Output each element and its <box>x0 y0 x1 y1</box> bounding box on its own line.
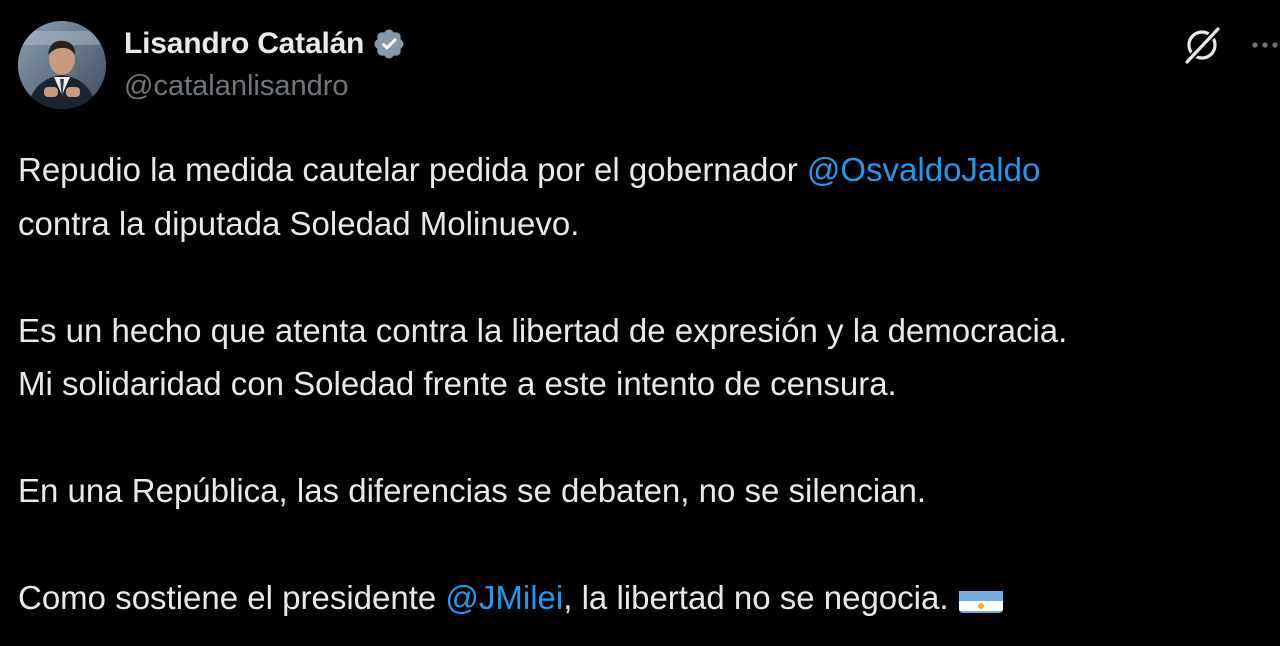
post-text-span: contra la diputada Soledad Molinuevo. <box>18 204 580 242</box>
post-text: Repudio la medida cautelar pedida por el… <box>18 143 1273 625</box>
author-avatar[interactable] <box>18 21 106 109</box>
author-display-name[interactable]: Lisandro Catalán <box>124 27 364 61</box>
post-line: Mi solidaridad con Soledad frente a este… <box>18 357 1273 411</box>
mention-link-jmilei[interactable]: @JMilei <box>445 579 563 616</box>
post-line: contra la diputada Soledad Molinuevo. <box>18 197 1273 251</box>
post-line: Repudio la medida cautelar pedida por el… <box>18 143 1273 197</box>
author-handle[interactable]: @catalanlisandro <box>124 70 349 103</box>
post-text-span: En una República, las diferencias se deb… <box>18 472 927 509</box>
mention-link-osvaldojaldo[interactable]: @OsvaldoJaldo <box>807 151 1040 188</box>
post-line: Como sostiene el presidente @JMilei, la … <box>18 571 1273 625</box>
grok-icon[interactable] <box>1181 24 1223 66</box>
post-text-span: Como sostiene el presidente <box>18 579 446 616</box>
verified-badge-icon[interactable] <box>372 27 406 61</box>
post-line: Es un hecho que atenta contra la liberta… <box>18 304 1273 358</box>
post-text-span: Repudio la medida cautelar pedida por el… <box>18 151 807 188</box>
author-name-row: Lisandro Catalán <box>124 24 406 64</box>
post-text-span: Es un hecho que atenta contra la liberta… <box>18 311 1068 349</box>
post-line: En una República, las diferencias se deb… <box>18 464 1273 518</box>
post-text-span: Mi solidaridad con Soledad frente a este… <box>18 365 897 402</box>
post-card: Lisandro Catalán @catalanlisandro Repudi… <box>0 0 1280 646</box>
post-text-span: , la libertad no se negocia. <box>563 579 949 616</box>
argentina-flag-icon <box>958 583 1003 613</box>
avatar-image <box>18 21 106 109</box>
more-options-icon[interactable] <box>1246 30 1280 60</box>
